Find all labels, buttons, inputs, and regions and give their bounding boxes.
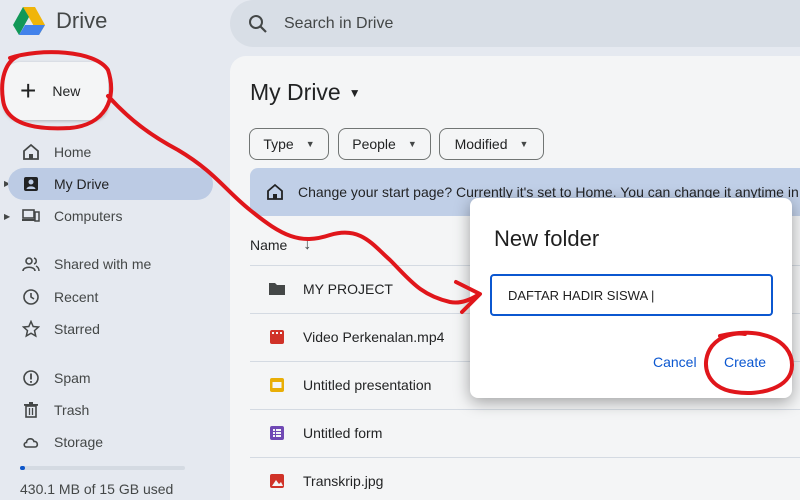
new-button-label: New	[52, 83, 81, 99]
file-row[interactable]: MY PROJECT	[268, 280, 393, 298]
sidebar-item-recent[interactable]: Recent	[8, 281, 213, 313]
app-name: Drive	[56, 8, 108, 33]
filter-chip-label: Modified	[454, 136, 508, 152]
search-input[interactable]	[284, 14, 584, 33]
sidebar-item-label: Recent	[54, 289, 99, 305]
sidebar-item-label: Spam	[54, 370, 91, 386]
chevron-down-icon: ▼	[348, 85, 361, 100]
file-row[interactable]: Transkrip.jpg	[268, 472, 383, 490]
file-name: Untitled form	[303, 425, 383, 441]
folder-name-input[interactable]	[490, 274, 773, 316]
sidebar-item-starred[interactable]: Starred	[8, 313, 213, 345]
sidebar-item-label: Starred	[54, 321, 100, 337]
plus-icon: +	[20, 75, 37, 106]
sidebar-item-label: My Drive	[54, 176, 110, 192]
sidebar-item-label: Storage	[54, 434, 104, 450]
file-name: Video Perkenalan.mp4	[303, 329, 445, 345]
sidebar-item-label: Computers	[54, 208, 123, 224]
file-row[interactable]: Video Perkenalan.mp4	[268, 328, 444, 346]
column-header-label: Name	[250, 237, 288, 253]
folder-icon	[269, 283, 285, 295]
star-icon	[22, 320, 40, 338]
page-title[interactable]: My Drive ▼	[250, 79, 361, 106]
file-name: MY PROJECT	[303, 281, 393, 297]
chevron-down-icon: ▼	[305, 139, 315, 149]
home-icon	[267, 183, 283, 200]
search-bar[interactable]	[230, 0, 800, 47]
file-row[interactable]: Untitled presentation	[268, 376, 431, 394]
file-row[interactable]: Untitled form	[268, 424, 382, 442]
forms-icon	[270, 426, 284, 440]
filter-chip-type[interactable]: Type ▼	[249, 128, 329, 160]
sidebar-item-computers[interactable]: Computers	[8, 200, 213, 232]
clock-icon	[23, 289, 39, 305]
trash-icon	[24, 402, 38, 418]
spam-icon	[23, 370, 39, 386]
sidebar-item-label: Home	[54, 144, 92, 160]
image-icon	[270, 474, 284, 488]
dialog-title: New folder	[494, 226, 600, 251]
chevron-down-icon: ▼	[519, 139, 529, 149]
filter-chip-people[interactable]: People ▼	[338, 128, 431, 160]
drive-logo[interactable]: Drive	[12, 6, 107, 36]
my-drive-icon	[24, 177, 38, 191]
sidebar-item-my-drive[interactable]: My Drive	[8, 168, 213, 200]
filter-chip-label: People	[352, 136, 396, 152]
storage-bar-fill	[20, 466, 25, 470]
storage-usage-text: 430.1 MB of 15 GB used	[20, 481, 174, 497]
file-name: Transkrip.jpg	[303, 473, 384, 489]
new-folder-dialog: New folder Cancel Create	[470, 198, 792, 398]
search-icon[interactable]	[248, 14, 268, 34]
divider	[250, 409, 800, 410]
create-button[interactable]: Create	[724, 354, 766, 370]
page-title-text: My Drive	[250, 79, 341, 105]
filter-chip-label: Type	[263, 136, 294, 152]
sidebar-item-trash[interactable]: Trash	[8, 394, 213, 426]
cloud-icon	[23, 438, 39, 448]
sidebar-item-home[interactable]: Home	[8, 136, 213, 168]
cancel-button[interactable]: Cancel	[653, 354, 697, 370]
chevron-down-icon: ▼	[407, 139, 417, 149]
shared-icon	[22, 257, 40, 272]
storage-bar	[20, 466, 185, 470]
home-icon	[23, 143, 39, 160]
sidebar-item-label: Trash	[54, 402, 90, 418]
sort-arrow-down-icon[interactable]: ↓	[303, 236, 311, 254]
computers-icon	[22, 209, 40, 222]
video-icon	[270, 330, 284, 344]
drive-logo-icon	[13, 7, 45, 35]
sidebar-item-shared[interactable]: Shared with me	[8, 248, 213, 280]
sidebar-item-storage[interactable]: Storage	[8, 426, 213, 458]
new-button[interactable]: + New	[4, 62, 108, 120]
divider	[250, 457, 800, 458]
sidebar-item-spam[interactable]: Spam	[8, 362, 213, 394]
sidebar-item-label: Shared with me	[54, 256, 152, 272]
slides-icon	[270, 378, 284, 392]
column-header-name[interactable]: Name ↓	[250, 236, 311, 254]
filter-chip-modified[interactable]: Modified ▼	[439, 128, 544, 160]
file-name: Untitled presentation	[303, 377, 432, 393]
